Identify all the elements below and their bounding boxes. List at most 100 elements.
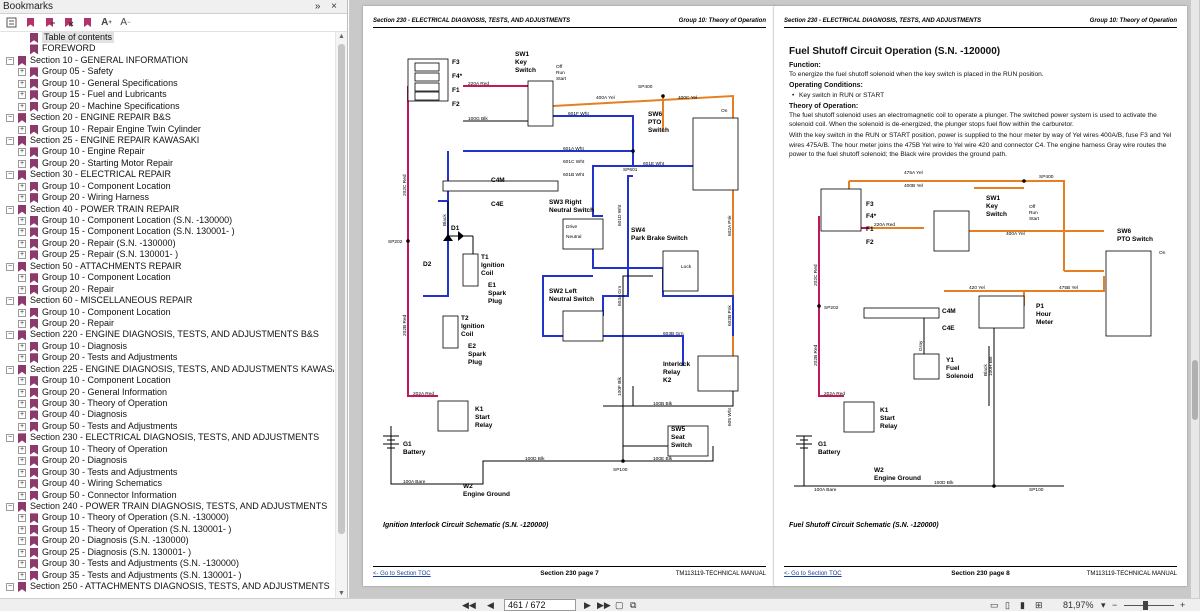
- bookmarks-scrollbar[interactable]: ▲ ▼: [335, 32, 347, 598]
- bookmark-item[interactable]: + Group 30 - Tests and Adjustments (S.N. …: [0, 558, 334, 570]
- single-view-icon[interactable]: ▯: [1005, 599, 1010, 612]
- bookmark-item[interactable]: + Group 20 - Repair (S.N. -130000): [0, 238, 334, 249]
- bookmark-item[interactable]: + Group 50 - Connector Information: [0, 490, 334, 501]
- expand-icon[interactable]: +: [18, 274, 26, 283]
- expand-icon[interactable]: +: [18, 548, 26, 557]
- expand-icon[interactable]: +: [18, 354, 26, 363]
- bookmark-item[interactable]: + Group 05 - Safety: [0, 66, 334, 78]
- bookmark-item[interactable]: + Group 10 - Component Location: [0, 307, 334, 318]
- bookmark-item[interactable]: + Group 20 - Wiring Harness: [0, 192, 334, 204]
- bookmark-item[interactable]: − Section 220 - ENGINE DIAGNOSIS, TESTS, …: [0, 329, 334, 341]
- last-page-button[interactable]: ▶▶: [597, 599, 611, 612]
- bookmark-item[interactable]: − Section 250 - ATTACHMENTS DIAGNOSIS, TE…: [0, 581, 334, 592]
- scroll-up-icon[interactable]: ▲: [338, 33, 345, 40]
- zoom-in-button[interactable]: +: [1180, 599, 1185, 612]
- collapse-icon[interactable]: −: [6, 114, 14, 123]
- bookmark-item[interactable]: + Group 15 - Theory of Operation (S.N. 13…: [0, 524, 334, 535]
- expand-icon[interactable]: +: [18, 102, 26, 111]
- bookmark-item[interactable]: + Group 50 - Tests and Adjustments: [0, 421, 334, 432]
- bookmark-item[interactable]: − Section 30 - ELECTRICAL REPAIR: [0, 169, 334, 181]
- collapse-icon[interactable]: −: [6, 583, 14, 591]
- bookmark-item[interactable]: − Section 25 - ENGINE REPAIR KAWASAKI: [0, 135, 334, 146]
- collapse-icon[interactable]: −: [6, 434, 14, 443]
- bookmark-item[interactable]: + Group 20 - Tests and Adjustments: [0, 352, 334, 364]
- bookmark-item[interactable]: + Group 10 - Diagnosis: [0, 341, 334, 352]
- expand-icon[interactable]: +: [18, 411, 26, 420]
- zoom-slider-handle[interactable]: [1143, 601, 1148, 610]
- expand-icon[interactable]: +: [18, 377, 26, 386]
- collapse-icon[interactable]: −: [6, 262, 14, 271]
- document-viewer[interactable]: Section 230 - ELECTRICAL DIAGNOSIS, TEST…: [349, 0, 1200, 598]
- grid-view-icon[interactable]: ⊞: [1035, 599, 1043, 612]
- decrease-text-size-icon[interactable]: A −: [120, 17, 131, 28]
- bookmark-item[interactable]: + Group 10 - Component Location: [0, 375, 334, 387]
- expand-icon[interactable]: +: [18, 319, 26, 328]
- add-bookmark-icon[interactable]: [25, 17, 36, 28]
- bookmark-item[interactable]: + Group 40 - Wiring Schematics: [0, 478, 334, 490]
- bookmark-item[interactable]: + Group 10 - General Specifications: [0, 78, 334, 89]
- zoom-level[interactable]: 81,97%: [1063, 599, 1094, 612]
- fit-width-icon[interactable]: ▭: [990, 599, 999, 612]
- expand-icon[interactable]: +: [18, 571, 26, 580]
- first-page-button[interactable]: ◀◀: [462, 599, 476, 612]
- bookmark-item[interactable]: + Group 35 - Tests and Adjustments (S.N. …: [0, 570, 334, 581]
- expand-icon[interactable]: +: [18, 422, 26, 431]
- bookmark-item[interactable]: + Group 15 - Fuel and Lubricants: [0, 89, 334, 101]
- bookmark-item[interactable]: + Group 20 - Machine Specifications: [0, 101, 334, 112]
- bookmark-item[interactable]: + Group 40 - Diagnosis: [0, 409, 334, 421]
- bookmark-item[interactable]: − Section 50 - ATTACHMENTS REPAIR: [0, 261, 334, 272]
- two-page-view-icon[interactable]: ▮: [1020, 599, 1025, 612]
- viewer-scrollbar-thumb[interactable]: [1192, 360, 1198, 420]
- expand-icon[interactable]: +: [18, 342, 26, 351]
- bookmark-item[interactable]: − Section 10 - GENERAL INFORMATION: [0, 55, 334, 66]
- expand-icon[interactable]: +: [18, 159, 26, 168]
- bookmark-item[interactable]: + Group 20 - Diagnosis (S.N. -130000): [0, 535, 334, 547]
- expand-icon[interactable]: +: [18, 514, 26, 523]
- bookmark-options-icon[interactable]: [6, 17, 17, 28]
- expand-icon[interactable]: +: [18, 525, 26, 534]
- bookmark-item[interactable]: − Section 230 - ELECTRICAL DIAGNOSIS, TES…: [0, 432, 334, 444]
- expand-icon[interactable]: +: [18, 251, 26, 260]
- expand-icon[interactable]: +: [18, 68, 26, 77]
- bookmark-item[interactable]: + Group 10 - Component Location: [0, 181, 334, 192]
- expand-icon[interactable]: +: [18, 228, 26, 237]
- expand-icon[interactable]: +: [18, 148, 26, 157]
- panel-controls[interactable]: » ×: [315, 0, 341, 13]
- new-child-bookmark-icon[interactable]: [44, 17, 55, 28]
- collapse-icon[interactable]: −: [6, 171, 14, 180]
- bookmark-item[interactable]: − Section 60 - MISCELLANEOUS REPAIR: [0, 295, 334, 307]
- bookmark-item[interactable]: − Section 40 - POWER TRAIN REPAIR: [0, 204, 334, 215]
- expand-icon[interactable]: +: [18, 194, 26, 203]
- bookmark-item[interactable]: + Group 30 - Tests and Adjustments: [0, 467, 334, 478]
- bookmark-item[interactable]: + Group 15 - Component Location (S.N. 130…: [0, 226, 334, 238]
- expand-icon[interactable]: +: [18, 445, 26, 454]
- expand-icon[interactable]: +: [18, 457, 26, 466]
- zoom-out-button[interactable]: −: [1112, 599, 1117, 612]
- bookmark-item[interactable]: − Section 20 - ENGINE REPAIR B&S: [0, 112, 334, 124]
- expand-icon[interactable]: +: [18, 537, 26, 546]
- bookmark-item[interactable]: + Group 10 - Theory of Operation (S.N. -1…: [0, 512, 334, 524]
- expand-icon[interactable]: +: [18, 239, 26, 248]
- bookmark-item[interactable]: + Group 20 - General Information: [0, 387, 334, 398]
- expand-icon[interactable]: +: [18, 388, 26, 397]
- bookmark-item[interactable]: + Group 25 - Repair (S.N. 130001- ): [0, 249, 334, 261]
- collapse-icon[interactable]: −: [6, 56, 14, 65]
- scrollbar-thumb[interactable]: [338, 44, 345, 534]
- delete-bookmark-icon[interactable]: [63, 17, 74, 28]
- bookmark-item[interactable]: + Group 10 - Component Location: [0, 272, 334, 284]
- zoom-dropdown-icon[interactable]: ▾: [1101, 599, 1106, 612]
- bookmark-item[interactable]: + Group 10 - Theory of Operation: [0, 444, 334, 455]
- expand-icon[interactable]: +: [18, 182, 26, 191]
- expand-icon[interactable]: +: [18, 560, 26, 569]
- expand-icon[interactable]: +: [18, 400, 26, 408]
- bookmark-item[interactable]: + Group 20 - Starting Motor Repair: [0, 158, 334, 169]
- continuous-page-icon[interactable]: ⧉: [630, 599, 636, 612]
- bookmark-item[interactable]: + Group 20 - Repair: [0, 284, 334, 295]
- scroll-down-icon[interactable]: ▼: [338, 590, 345, 597]
- expand-icon[interactable]: +: [18, 217, 26, 225]
- collapse-icon[interactable]: −: [6, 365, 14, 374]
- bookmark-item[interactable]: − Section 240 - POWER TRAIN DIAGNOSIS, TE…: [0, 501, 334, 512]
- expand-icon[interactable]: +: [18, 125, 26, 134]
- bookmark-item[interactable]: − Section 225 - ENGINE DIAGNOSIS, TESTS, …: [0, 364, 334, 375]
- bookmark-item[interactable]: + Group 20 - Diagnosis: [0, 455, 334, 467]
